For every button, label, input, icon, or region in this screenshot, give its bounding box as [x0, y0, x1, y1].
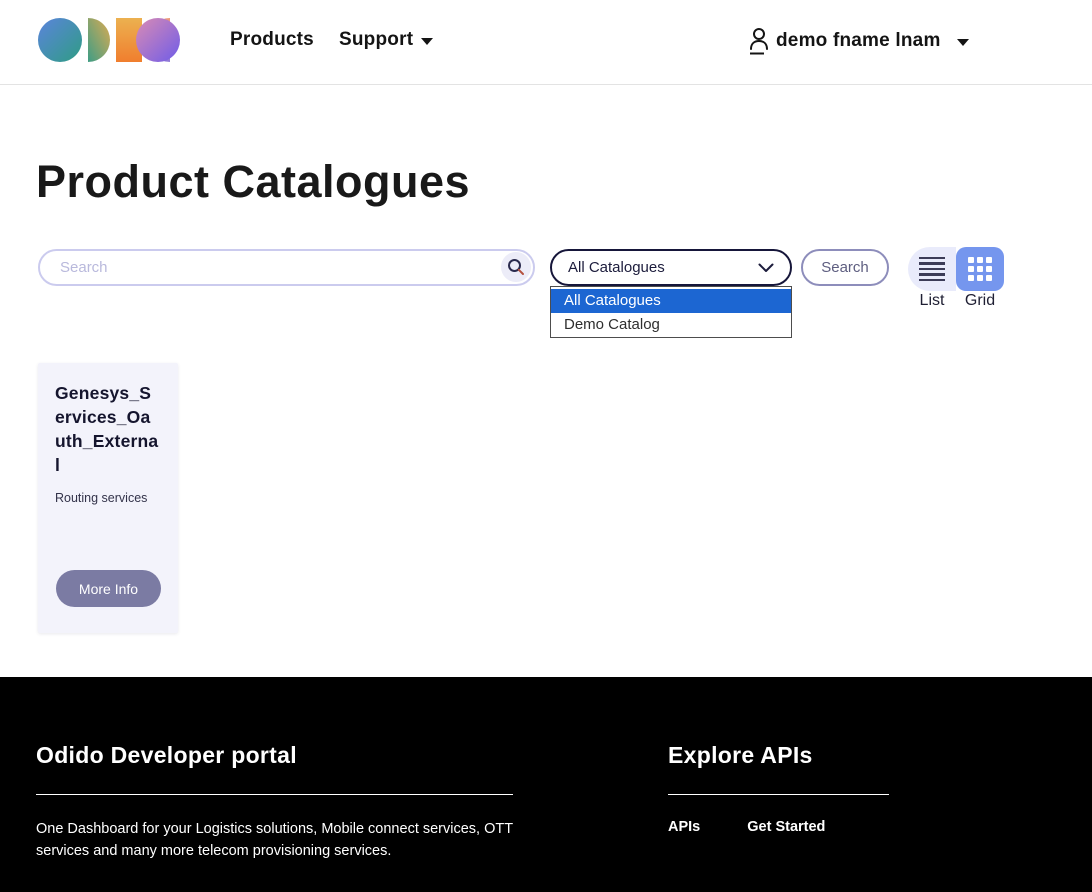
footer: Odido Developer portal One Dashboard for… [0, 677, 1092, 892]
footer-link-apis[interactable]: APIs [668, 819, 700, 835]
search-input[interactable] [38, 249, 535, 286]
nav-products[interactable]: Products [230, 29, 314, 51]
product-card-title: Genesys_Services_Oauth_External [55, 381, 161, 478]
catalog-option-demo-catalog[interactable]: Demo Catalog [551, 313, 791, 337]
nav-products-label: Products [230, 29, 314, 51]
grid-view-label: Grid [956, 292, 1004, 310]
footer-about-heading: Odido Developer portal [36, 742, 513, 769]
catalog-option-all-catalogues[interactable]: All Catalogues [551, 289, 791, 313]
list-view-button[interactable] [908, 247, 956, 291]
user-chevron-down-icon [957, 39, 969, 46]
user-name: demo fname lnam [776, 30, 941, 52]
footer-explore-heading: Explore APIs [668, 742, 889, 769]
odido-logo-icon [38, 17, 180, 63]
footer-explore-section: Explore APIs APIs Get Started [668, 742, 889, 835]
more-info-button[interactable]: More Info [56, 570, 161, 607]
catalog-select-value: All Catalogues [568, 259, 665, 276]
catalog-select-dropdown: All Catalogues Demo Catalog [550, 286, 792, 338]
list-view-label: List [908, 292, 956, 310]
odido-logo[interactable] [38, 17, 180, 63]
chevron-down-icon [421, 38, 433, 45]
catalog-select[interactable]: All Catalogues [550, 249, 792, 286]
nav-support[interactable]: Support [339, 29, 433, 51]
chevron-down-icon [758, 263, 774, 273]
header: Products Support demo fname lnam [0, 0, 1092, 85]
view-toggle: List Grid [908, 247, 1005, 310]
product-card: Genesys_Services_Oauth_External Routing … [38, 363, 178, 633]
footer-link-get-started[interactable]: Get Started [747, 819, 825, 835]
footer-about-section: Odido Developer portal One Dashboard for… [36, 742, 513, 862]
user-menu[interactable]: demo fname lnam [748, 26, 969, 56]
nav-support-label: Support [339, 29, 413, 51]
footer-about-description: One Dashboard for your Logistics solutio… [36, 818, 513, 862]
grid-squares-icon [968, 257, 992, 281]
magnifier-icon [507, 258, 525, 276]
page: Products Support demo fname lnam Product… [0, 0, 1092, 892]
person-icon [748, 26, 770, 56]
footer-about-divider [36, 794, 513, 795]
product-card-subtitle: Routing services [55, 491, 161, 505]
list-lines-icon [919, 257, 945, 282]
search-button[interactable]: Search [801, 249, 889, 286]
search-icon-button[interactable] [501, 252, 531, 282]
page-title: Product Catalogues [36, 156, 470, 208]
search-field-wrap [38, 249, 535, 286]
footer-explore-divider [668, 794, 889, 795]
grid-view-button[interactable] [956, 247, 1004, 291]
